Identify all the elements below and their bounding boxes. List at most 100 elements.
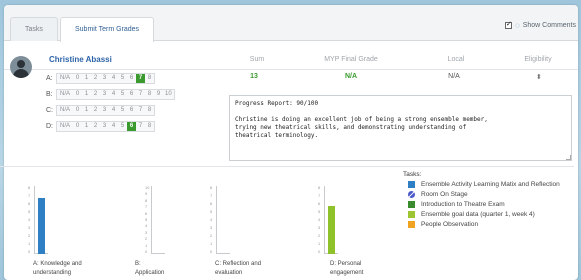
criterion-chart: 0 1 2 3 4 5 6 7 8 [318,185,388,258]
myp-final-grade-value: N/A [344,73,358,80]
color-swatch-icon [408,221,415,228]
level-option[interactable]: 5 [118,90,128,99]
criterion-letter: B: [46,91,53,98]
level-option[interactable]: 5 [118,106,128,115]
criterion-row: A: N/A 0 1 2 3 4 5 6 7 8 [46,73,156,84]
chart-tick-label: 5 [318,209,321,214]
level-option[interactable]: 8 [145,74,155,83]
level-option[interactable]: N/A [57,90,74,99]
level-option[interactable]: 5 [118,122,128,131]
level-option[interactable]: 8 [145,122,155,131]
criterion-chart: 0 1 2 3 4 5 6 7 8 [210,185,280,258]
level-option[interactable]: 3 [100,106,110,115]
level-option[interactable]: 6 [127,90,137,99]
level-option[interactable]: 7 [136,106,146,115]
criterion-letter: C: [46,107,53,114]
task-legend-item[interactable]: People Observation [403,220,573,229]
chart-tick-label: 4 [145,223,148,229]
local-column-header: Local [447,56,465,63]
level-option[interactable]: 2 [91,106,101,115]
level-option[interactable]: 9 [154,90,164,99]
level-option[interactable]: 4 [109,106,119,115]
chart-label-c: C: Reflection and evaluation [215,261,262,276]
sum-value: 13 [250,73,258,80]
eligibility-stepper-icon[interactable]: ⬍ [536,73,542,81]
level-option[interactable]: 3 [100,74,110,83]
chart-label-a: A: Knowledge and understanding [33,261,82,276]
level-option[interactable]: 8 [145,106,155,115]
chart-tick-label: 0 [210,249,213,254]
task-legend-item[interactable]: Ensemble goal data (quarter 1, week 4) [403,210,573,219]
progress-report-textarea[interactable]: Progress Report: 90/100 Christine is doi… [229,95,572,161]
level-option[interactable]: 10 [163,90,174,99]
chart-baseline [151,253,165,254]
chart-tick-label: 1 [210,241,213,246]
level-option[interactable]: 7 [136,90,146,99]
task-legend-item[interactable]: Ensemble Activity Learning Matix and Ref… [403,180,573,189]
task-legend-item[interactable]: Introduction to Theatre Exam [403,200,573,209]
level-option[interactable]: 5 [118,74,128,83]
level-option[interactable]: 6 [127,74,137,83]
task-legend-item[interactable]: Room On Stage [403,190,573,199]
level-option[interactable]: 1 [82,122,92,131]
student-name[interactable]: Christine Abassi [49,55,112,64]
level-selector: N/A 0 1 2 3 4 5 6 7 8 9 10 [56,89,175,100]
level-option[interactable]: 2 [91,122,101,131]
level-option[interactable]: 3 [100,122,110,131]
level-option[interactable]: 0 [73,122,83,131]
level-option[interactable]: 6 [127,106,137,115]
chart-tick-label: 7 [318,193,321,198]
chart-tick-label: 0 [318,249,321,254]
chart-tick-label: 4 [318,217,321,222]
chart-tick-label: 2 [318,233,321,238]
chart-tick-label: 2 [210,233,213,238]
resize-handle-icon[interactable] [566,155,571,160]
chart-tick-label: 7 [145,204,148,210]
chart-tick-label: 6 [210,201,213,206]
chart-tick-label: 8 [145,197,148,203]
chart-tick-label: 9 [145,191,148,197]
chart-bar [328,206,335,254]
chart-tick-label: 7 [28,193,31,198]
chart-tick-label: 0 [145,249,148,254]
tab-submit-term-grades[interactable]: Submit Term Grades [60,17,155,42]
level-option[interactable]: 2 [91,74,101,83]
chart-tick-label: 3 [145,229,148,235]
level-option[interactable]: 0 [73,106,83,115]
show-comments-label: Show Comments [522,22,576,29]
level-option[interactable]: N/A [57,122,74,131]
level-option[interactable]: 4 [109,74,119,83]
level-option[interactable]: 7 [136,122,146,131]
student-avatar [10,56,32,78]
level-option[interactable]: N/A [57,74,74,83]
chart-tick-label: 2 [28,233,31,238]
chart-tick-label: 7 [210,193,213,198]
level-option[interactable]: 4 [109,90,119,99]
tab-bar: Tasks Submit Term Grades ◌ Show Comments [4,5,578,42]
level-option[interactable]: N/A [57,106,74,115]
level-option[interactable]: 1 [82,106,92,115]
level-option[interactable]: 0 [73,90,83,99]
local-value[interactable]: N/A [444,73,464,80]
level-option[interactable]: 6 [127,122,137,131]
level-option[interactable]: 0 [73,74,83,83]
chart-tick-label: 1 [145,242,148,248]
level-option[interactable]: 7 [136,74,146,83]
level-option[interactable]: 4 [109,122,119,131]
task-label: Introduction to Theatre Exam [421,201,505,208]
chart-label-b: B: Application [135,261,165,276]
show-comments-toggle[interactable]: ◌ Show Comments [504,20,576,30]
level-selector: N/A 0 1 2 3 4 5 6 7 8 [56,105,156,116]
chart-tick-label: 5 [28,209,31,214]
show-comments-checkbox[interactable] [504,20,512,29]
chart-tick-label: 6 [28,201,31,206]
level-option[interactable]: 1 [82,90,92,99]
tab-tasks[interactable]: Tasks [10,17,58,41]
level-option[interactable]: 1 [82,74,92,83]
chart-bar [38,198,45,254]
level-option[interactable]: 8 [145,90,155,99]
chart-tick-label: 1 [28,241,31,246]
criterion-row: B: N/A 0 1 2 3 4 5 6 7 8 9 10 [46,89,175,100]
level-option[interactable]: 2 [91,90,101,99]
level-option[interactable]: 3 [100,90,110,99]
